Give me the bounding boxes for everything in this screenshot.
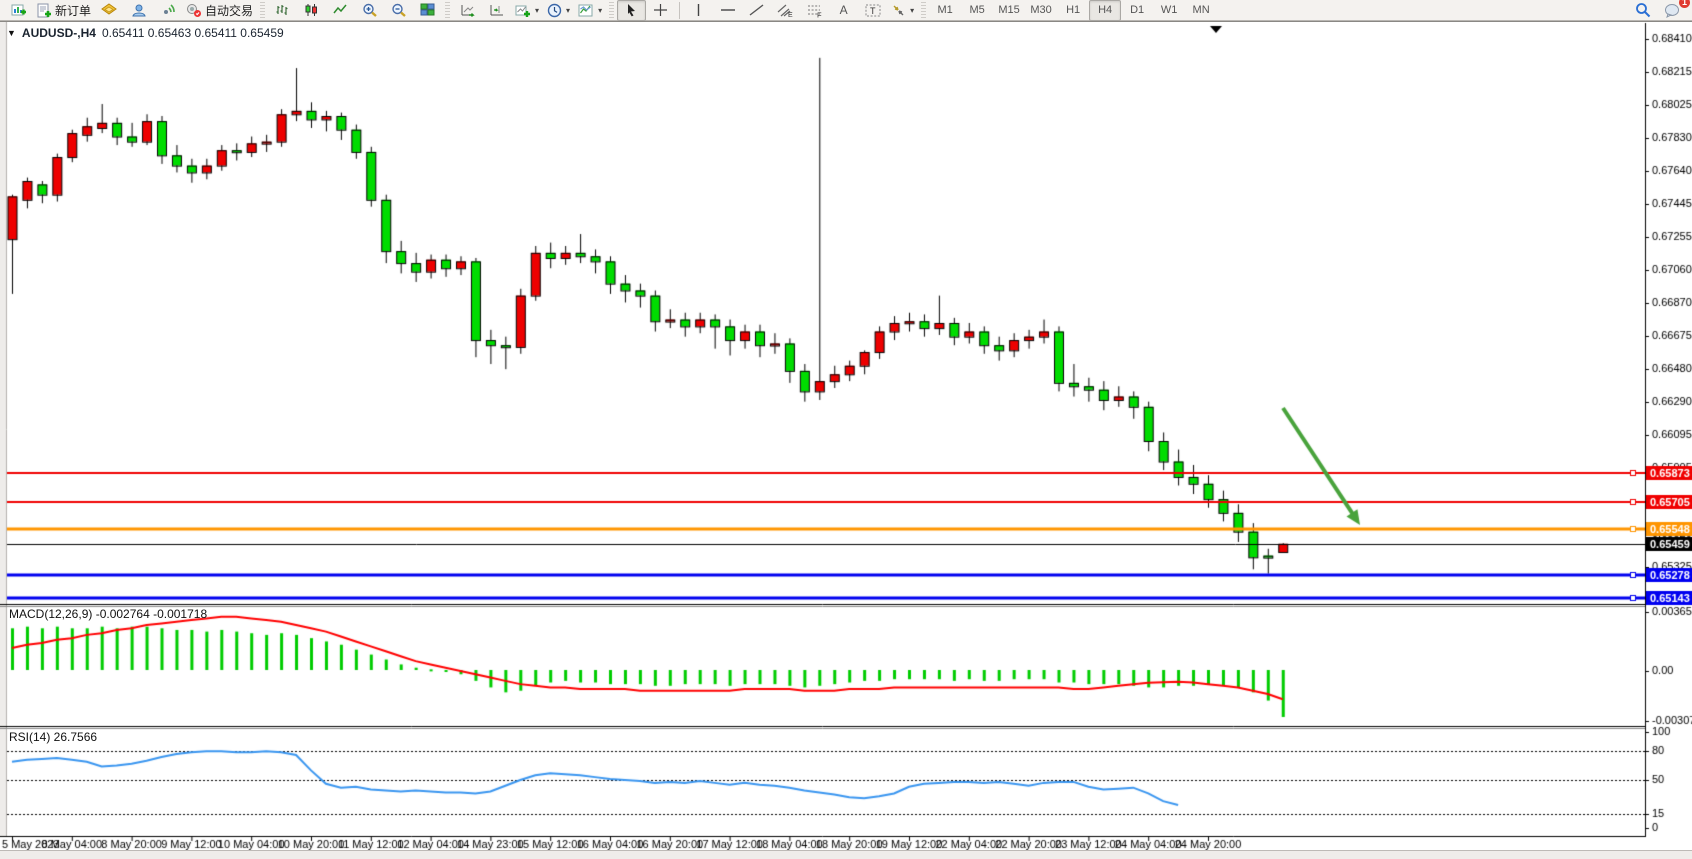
autotrade-button[interactable]: 自动交易 — [182, 0, 257, 21]
gold-ingot-icon — [101, 3, 118, 17]
fibonacci-icon: F — [807, 3, 823, 18]
rsi-indicator-label: RSI(14) 26.7566 — [9, 730, 97, 744]
chart-symbol-label: AUDUSD-,H4 — [22, 26, 96, 40]
horizontal-line-tool-button[interactable] — [713, 0, 742, 21]
toolbar-grip — [260, 2, 265, 19]
notifications-button[interactable]: 1 — [1657, 0, 1686, 21]
zoom-out-icon — [391, 3, 407, 18]
text-tool-button[interactable]: A — [829, 0, 858, 21]
chevron-down-icon: ▾ — [535, 6, 539, 15]
crosshair-icon — [653, 3, 668, 17]
autotrade-label: 自动交易 — [205, 2, 253, 19]
chart-ohlc-quote: 0.65411 0.65463 0.65411 0.65459 — [102, 26, 284, 40]
add-indicator-icon — [515, 3, 531, 18]
text-icon: A — [840, 3, 848, 17]
main-toolbar: 新订单 自动交易 — [0, 0, 1692, 21]
timeframe-button-H1[interactable]: H1 — [1057, 0, 1089, 21]
chart-window: ▼ AUDUSD-,H4 0.65411 0.65463 0.65411 0.6… — [0, 21, 1692, 850]
chevron-down-icon: ▾ — [566, 6, 570, 15]
timeframe-button-M30[interactable]: M30 — [1025, 0, 1057, 21]
arrows-shapes-icon — [891, 3, 906, 17]
horizontal-line-icon — [720, 3, 736, 17]
broadcast-icon — [160, 3, 176, 18]
templates-button[interactable]: ▾ — [574, 0, 606, 21]
notification-count-badge: 1 — [1679, 0, 1690, 8]
template-icon — [578, 3, 594, 18]
line-chart-type-button[interactable] — [326, 0, 355, 21]
clock-icon — [547, 3, 562, 18]
timeframe-button-M15[interactable]: M15 — [993, 0, 1025, 21]
chat-bubble-icon — [1664, 3, 1680, 18]
trendline-icon — [749, 3, 764, 17]
timeframe-button-D1[interactable]: D1 — [1121, 0, 1153, 21]
trendline-tool-button[interactable] — [742, 0, 771, 21]
chevron-down-icon: ▾ — [598, 6, 602, 15]
indicators-button[interactable]: ▾ — [511, 0, 543, 21]
new-order-icon — [37, 3, 52, 18]
timeframe-button-M1[interactable]: M1 — [929, 0, 961, 21]
zoom-out-button[interactable] — [384, 0, 413, 21]
timeframe-button-M5[interactable]: M5 — [961, 0, 993, 21]
vertical-line-tool-button[interactable] — [684, 0, 713, 21]
chart-title-bar: ▼ AUDUSD-,H4 0.65411 0.65463 0.65411 0.6… — [7, 26, 284, 40]
chart-shift-button[interactable] — [482, 0, 511, 21]
svg-text:T: T — [870, 6, 876, 16]
new-chart-button[interactable] — [4, 0, 33, 21]
timeframe-group: M1M5M15M30H1H4D1W1MN — [929, 0, 1217, 21]
autotrade-icon — [186, 3, 202, 18]
auto-scroll-button[interactable] — [453, 0, 482, 21]
toolbar-separator — [679, 2, 680, 19]
toolbar-grip — [445, 2, 450, 19]
svg-text:F: F — [817, 10, 822, 18]
search-button[interactable] — [1628, 0, 1657, 21]
zoom-in-icon — [362, 3, 378, 18]
collapse-chart-icon[interactable]: ▼ — [7, 28, 16, 38]
fibonacci-tool-button[interactable]: F — [800, 0, 829, 21]
candlestick-type-button[interactable] — [297, 0, 326, 21]
bar-chart-icon — [275, 3, 290, 17]
new-chart-icon — [11, 3, 27, 18]
cursor-arrow-icon — [625, 3, 638, 17]
channel-icon: E — [777, 3, 794, 18]
periods-button[interactable]: ▾ — [543, 0, 574, 21]
community-person-icon — [131, 3, 147, 18]
bar-chart-type-button[interactable] — [268, 0, 297, 21]
timeframe-button-MN[interactable]: MN — [1185, 0, 1217, 21]
price-chart-canvas[interactable] — [0, 22, 1692, 851]
vertical-line-icon — [693, 3, 704, 17]
svg-text:E: E — [788, 12, 793, 18]
tile-windows-icon — [420, 3, 435, 17]
cursor-tool-button[interactable] — [617, 0, 646, 21]
zoom-in-button[interactable] — [355, 0, 384, 21]
auto-scroll-icon — [460, 3, 476, 18]
line-chart-icon — [333, 3, 348, 17]
market-depth-button[interactable] — [95, 0, 124, 21]
chevron-down-icon: ▾ — [910, 6, 914, 15]
text-label-tool-button[interactable]: T — [858, 0, 887, 21]
toolbar-grip — [609, 2, 614, 19]
timeframe-button-W1[interactable]: W1 — [1153, 0, 1185, 21]
crosshair-tool-button[interactable] — [646, 0, 675, 21]
text-label-icon: T — [865, 3, 881, 18]
community-button[interactable] — [124, 0, 153, 21]
status-bar — [0, 850, 1692, 859]
candlestick-icon — [304, 3, 319, 17]
timeframe-button-H4[interactable]: H4 — [1089, 0, 1121, 21]
new-order-button[interactable]: 新订单 — [33, 0, 95, 21]
toolbar-grip — [921, 2, 926, 19]
tile-windows-button[interactable] — [413, 0, 442, 21]
chart-shift-icon — [489, 3, 505, 18]
signals-button[interactable] — [153, 0, 182, 21]
search-icon — [1635, 2, 1651, 18]
equidistant-channel-tool-button[interactable]: E — [771, 0, 800, 21]
shapes-tool-button[interactable]: ▾ — [887, 0, 918, 21]
macd-indicator-label: MACD(12,26,9) -0.002764 -0.001718 — [9, 607, 207, 621]
new-order-label: 新订单 — [55, 2, 91, 19]
